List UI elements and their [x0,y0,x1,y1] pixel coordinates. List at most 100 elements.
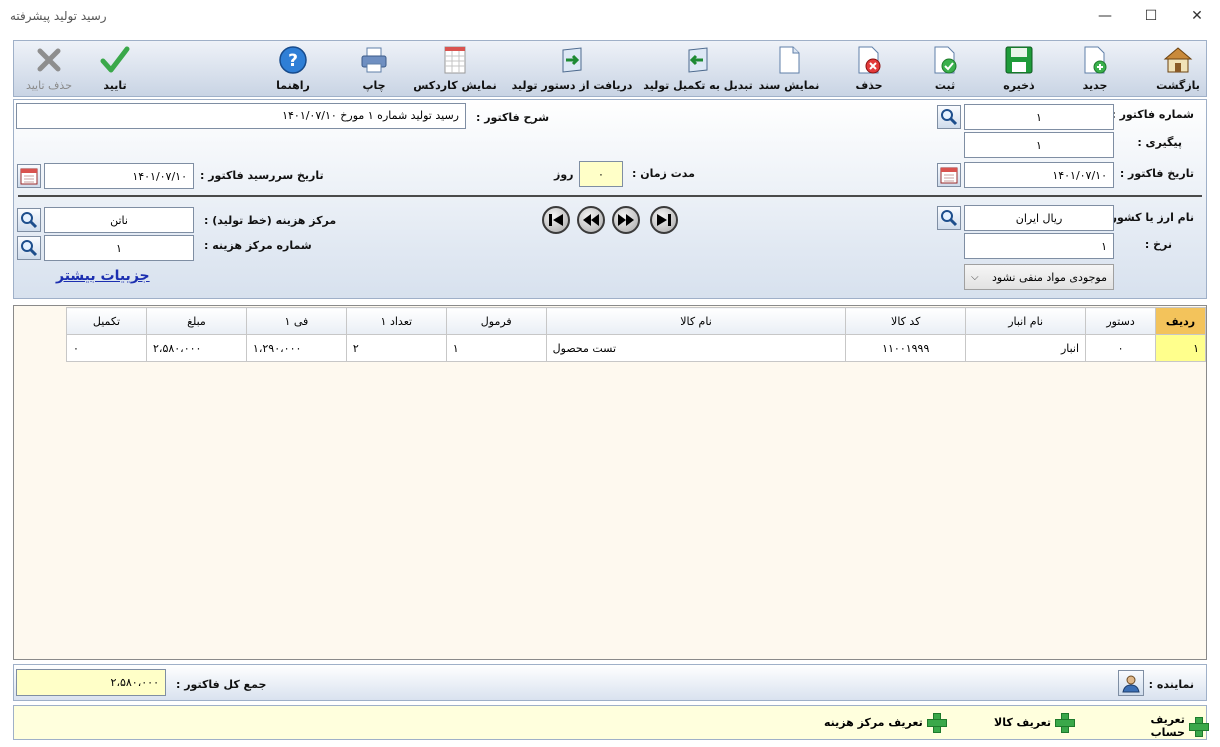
description-field[interactable]: رسید تولید شماره ۱ مورخ ۱۴۰۱/۰۷/۱۰ [16,103,466,129]
show-document-button[interactable]: نمایش سند [759,41,819,96]
new-button[interactable]: جدید [1074,41,1116,96]
help-icon: ? [278,45,308,75]
search-icon [21,240,38,257]
column-header[interactable]: دستور [1085,307,1157,335]
invoice-date-label: تاریخ فاکتور : [1119,167,1194,180]
cost-center-number-search-button[interactable] [17,236,41,260]
define-item-link[interactable]: تعریف کالا [994,713,1075,733]
document-check-icon [930,45,960,75]
table-cell[interactable]: ۰ [66,334,147,362]
followup-field[interactable]: ۱ [964,132,1114,158]
representative-button[interactable] [1118,670,1144,696]
last-record-button[interactable] [650,206,678,234]
plus-icon [1188,717,1210,737]
column-header[interactable]: نام کالا [545,307,847,335]
rewind-icon [583,214,599,226]
calendar-icon [20,168,38,185]
table-cell[interactable]: ۱ [445,334,547,362]
cost-center-number-label: شماره مرکز هزینه : [204,239,312,252]
printer-icon [359,45,389,75]
table-cell[interactable]: ۱ [1155,334,1206,362]
floppy-disk-icon [1004,45,1034,75]
delete-button[interactable]: حذف [848,41,890,96]
invoice-header-panel: شماره فاکتور : ۱ پیگیری : ۱ تاریخ فاکتور… [13,99,1207,299]
x-icon [34,45,64,75]
window-title: رسید تولید پیشرفته [10,9,107,23]
search-icon [941,109,958,126]
table-cell[interactable]: ۰ [1085,334,1157,362]
table-cell[interactable]: ۱۱۰۰۱۹۹۹ [845,334,967,362]
receive-arrow-icon [557,45,587,75]
table-row[interactable]: ۱ ۰ انبار ۱۱۰۰۱۹۹۹ تست محصول ۱ ۲ ۱،۲۹۰،۰… [66,334,1206,362]
close-button[interactable]: ✕ [1174,0,1220,32]
skip-first-icon [549,214,563,226]
table-cell[interactable]: ۱،۲۹۰،۰۰۰ [245,334,347,362]
invoice-search-button[interactable] [937,105,961,129]
more-details-link[interactable]: جزییات بیشتر [56,268,150,284]
invoice-total-label: جمع کل فاکتور : [176,678,267,691]
register-button[interactable]: ثبت [924,41,966,96]
svg-text:?: ? [288,51,298,71]
column-header[interactable]: فی ۱ [245,307,347,335]
convert-to-completion-button[interactable]: تبدیل به تکمیل تولید [643,41,753,96]
remove-confirm-button[interactable]: حذف تایید [20,41,78,96]
column-header[interactable]: نام انبار [965,307,1087,335]
column-header[interactable]: تکمیل [66,307,147,335]
invoice-date-picker-button[interactable] [937,163,961,187]
maximize-button[interactable]: ☐ [1128,0,1174,32]
stock-option-dropdown[interactable]: موجودی مواد منفی نشود ⌵ [964,264,1114,290]
cost-center-number-field[interactable]: ۱ [44,235,194,261]
minimize-button[interactable]: — [1082,0,1128,32]
day-unit-label: روز [554,168,574,181]
due-date-field[interactable]: ۱۴۰۱/۰۷/۱۰ [44,163,194,189]
column-header[interactable]: کد کالا [845,307,967,335]
print-button[interactable]: چاپ [354,41,394,96]
column-header[interactable]: مبلغ [145,307,247,335]
invoice-date-field[interactable]: ۱۴۰۱/۰۷/۱۰ [964,162,1114,188]
receive-from-order-button[interactable]: دریافت از دستور تولید [512,41,632,96]
check-icon [100,45,130,75]
help-button[interactable]: ? راهنما [272,41,314,96]
save-button[interactable]: ذخیره [996,41,1042,96]
duration-field[interactable]: ۰ [579,161,623,187]
currency-search-button[interactable] [937,206,961,230]
previous-record-button[interactable] [577,206,605,234]
table-cell[interactable]: تست محصول [545,334,847,362]
currency-label: نام ارز یا کشور : [1102,211,1194,224]
confirm-button[interactable]: تایید [94,41,136,96]
currency-field[interactable]: ریال ایران [964,205,1114,231]
show-kardex-button[interactable]: نمایش کاردکس [413,41,497,96]
column-header[interactable]: فرمول [445,307,547,335]
quick-links-bar: تعریف حساب تعریف کالا تعریف مرکز هزینه [13,705,1210,740]
column-header[interactable]: تعداد ۱ [345,307,447,335]
table-cell[interactable]: ۲ [345,334,447,362]
toolbar: بازگشت جدید ذخیره ثبت حذف نمایش سند تبدی… [13,40,1207,97]
representative-label: نماینده : [1148,678,1194,691]
invoice-total-field: ۲،۵۸۰،۰۰۰ [16,669,166,696]
search-icon [21,212,38,229]
header-separator [18,195,1202,197]
table-cell[interactable]: ۲،۵۸۰،۰۰۰ [145,334,247,362]
back-button[interactable]: بازگشت [1150,41,1206,96]
column-header[interactable]: ردیف [1155,307,1206,335]
rate-label: نرخ : [1144,238,1172,251]
home-icon [1163,45,1193,75]
table-header-row: ردیف دستور نام انبار کد کالا نام کالا فر… [66,307,1206,335]
cost-center-search-button[interactable] [17,208,41,232]
search-icon [941,210,958,227]
due-date-picker-button[interactable] [17,164,41,188]
title-bar [0,0,1220,32]
first-record-button[interactable] [542,206,570,234]
table-cell[interactable]: انبار [965,334,1087,362]
stock-option-value: موجودی مواد منفی نشود [992,270,1107,284]
cost-center-field[interactable]: ناتن [44,207,194,233]
user-icon [1122,675,1140,693]
rate-field[interactable]: ۱ [964,233,1114,259]
define-cost-center-link[interactable]: تعریف مرکز هزینه [824,713,947,733]
document-delete-icon [854,45,884,75]
description-label: شرح فاکتور : [476,111,550,124]
due-date-label: تاریخ سررسید فاکتور : [200,169,324,182]
next-record-button[interactable] [612,206,640,234]
define-account-link[interactable]: تعریف حساب [1116,713,1210,739]
invoice-number-field[interactable]: ۱ [964,104,1114,130]
